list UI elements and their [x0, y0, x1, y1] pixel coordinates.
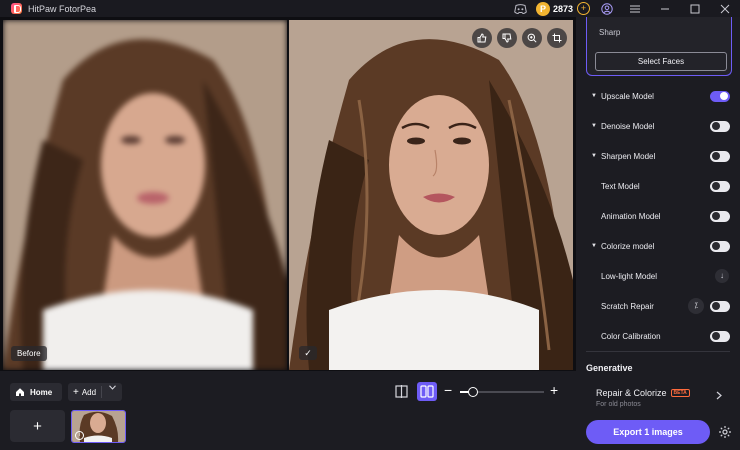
download-icon[interactable]: ↓: [715, 269, 729, 283]
toggle-knob: [712, 182, 720, 190]
crop-icon[interactable]: [547, 28, 567, 48]
model-label: Colorize model: [601, 241, 655, 251]
title-bar-controls: P 2873 +: [504, 0, 740, 17]
export-button[interactable]: Export 1 images: [586, 420, 710, 444]
before-photo: [3, 20, 287, 370]
zoom-slider-handle[interactable]: [467, 387, 478, 397]
zoom-out-button[interactable]: −: [444, 382, 452, 398]
model-toggle[interactable]: [710, 300, 730, 312]
model-label: Text Model: [601, 181, 640, 191]
maximize-icon[interactable]: [680, 0, 710, 17]
beta-badge: BETA: [670, 389, 690, 397]
model-label: Animation Model: [601, 211, 661, 221]
result-check-icon[interactable]: ✓: [299, 346, 317, 360]
caret-down-icon[interactable]: ▼: [591, 93, 601, 99]
generative-title: Generative: [586, 363, 633, 373]
settings-sidebar: Sharp Select Faces ▼ Upscale Model ▼ Denois…: [576, 17, 740, 450]
add-image-tile[interactable]: +: [10, 410, 65, 442]
discord-icon[interactable]: [514, 2, 528, 16]
model-label: Scratch Repair: [601, 301, 654, 311]
model-row[interactable]: ▼Animation Model: [576, 206, 740, 226]
account-icon[interactable]: [600, 2, 614, 16]
zoom-icon[interactable]: [522, 28, 542, 48]
model-row[interactable]: ▼Scratch Repair⁒: [576, 296, 740, 316]
preview-tools: [467, 28, 567, 48]
face-model-panel: Sharp Select Faces: [586, 17, 732, 76]
model-label: Upscale Model: [601, 91, 654, 101]
add-button[interactable]: + Add: [68, 383, 122, 401]
toggle-knob: [712, 242, 720, 250]
model-row[interactable]: ▼Color Calibration: [576, 326, 740, 346]
minimize-icon[interactable]: [650, 0, 680, 17]
model-label: Color Calibration: [601, 331, 661, 341]
app-logo-icon: [11, 3, 22, 14]
model-toggle[interactable]: [710, 90, 730, 102]
zoom-slider[interactable]: [460, 387, 544, 397]
model-row[interactable]: ▼Low-light Model↓: [576, 266, 740, 286]
model-label: Sharpen Model: [601, 151, 656, 161]
repair-colorize-item[interactable]: Repair & Colorize BETA: [596, 388, 690, 398]
image-thumbnail[interactable]: i: [71, 410, 126, 443]
thumbs-up-icon[interactable]: [472, 28, 492, 48]
model-row[interactable]: ▼ Colorize model: [576, 236, 740, 256]
toggle-knob: [720, 92, 728, 100]
model-toggle[interactable]: [710, 120, 730, 132]
model-toggle[interactable]: [710, 150, 730, 162]
home-icon: [16, 388, 24, 396]
add-label: Add: [81, 387, 97, 397]
chevron-down-icon[interactable]: [109, 385, 116, 392]
coin-count: 2873: [552, 3, 573, 14]
zoom-in-button[interactable]: +: [550, 382, 558, 398]
close-icon[interactable]: [710, 0, 740, 17]
toggle-knob: [712, 212, 720, 220]
toggle-knob: [712, 152, 720, 160]
gear-icon[interactable]: [718, 425, 732, 439]
chevron-right-icon[interactable]: [716, 391, 722, 403]
model-toggle[interactable]: [710, 180, 730, 192]
model-row[interactable]: ▼Text Model: [576, 176, 740, 196]
coin-icon: P: [535, 1, 550, 16]
thumbs-down-icon[interactable]: [497, 28, 517, 48]
compare-side-icon[interactable]: [417, 382, 437, 401]
home-label: Home: [30, 387, 53, 397]
coin-balance[interactable]: P 2873 +: [535, 1, 590, 16]
repair-colorize-subtitle: For old photos: [596, 401, 641, 408]
plus-icon: +: [73, 386, 79, 398]
model-row[interactable]: ▼ Denoise Model: [576, 116, 740, 136]
title-bar: HitPaw FotorPea P 2873 +: [0, 0, 740, 17]
caret-down-icon[interactable]: ▼: [591, 153, 601, 159]
model-toggle[interactable]: [710, 240, 730, 252]
toggle-knob: [712, 122, 720, 130]
add-coins-icon[interactable]: +: [577, 2, 590, 15]
compare-split-icon[interactable]: [394, 384, 409, 399]
model-toggle[interactable]: [710, 210, 730, 222]
caret-down-icon[interactable]: ▼: [591, 123, 601, 129]
repair-colorize-label: Repair & Colorize: [596, 388, 667, 398]
toggle-knob: [712, 332, 720, 340]
preview-canvas: Before ✓: [0, 17, 576, 371]
bottom-bar: Home + Add + i − +: [0, 371, 576, 450]
home-button[interactable]: Home: [10, 383, 62, 401]
select-faces-button[interactable]: Select Faces: [595, 52, 727, 71]
toggle-knob: [712, 302, 720, 310]
model-row[interactable]: ▼ Upscale Model: [576, 86, 740, 106]
model-label: Denoise Model: [601, 121, 655, 131]
before-pane: Before: [3, 20, 287, 370]
divider: [101, 386, 102, 398]
model-toggle[interactable]: [710, 330, 730, 342]
model-row[interactable]: ▼ Sharpen Model: [576, 146, 740, 166]
scratch-settings-icon[interactable]: ⁒: [688, 298, 704, 314]
caret-down-icon[interactable]: ▼: [591, 243, 601, 249]
after-pane: ✓: [289, 20, 573, 370]
divider: [586, 351, 730, 352]
after-photo: [289, 20, 573, 370]
sharp-label: Sharp: [599, 28, 621, 37]
info-icon[interactable]: i: [75, 431, 84, 440]
model-label: Low-light Model: [601, 271, 658, 281]
menu-icon[interactable]: [628, 2, 642, 16]
before-label: Before: [11, 346, 47, 361]
app-title: HitPaw FotorPea: [28, 3, 97, 14]
